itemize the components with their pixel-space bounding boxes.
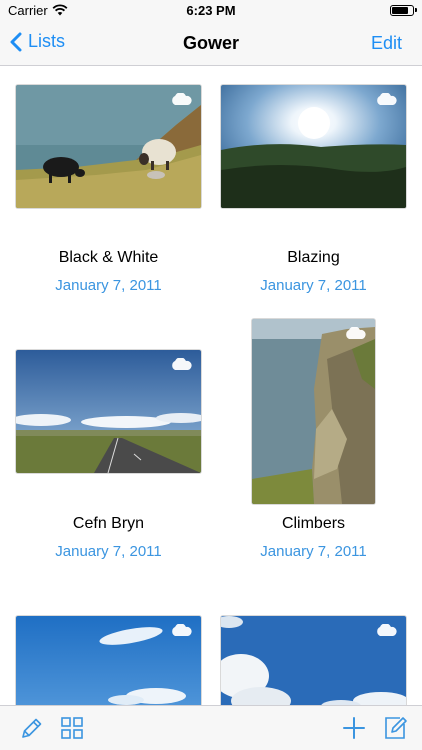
status-bar: Carrier 6:23 PM [0,0,422,22]
photo-thumbnail[interactable] [221,616,406,705]
photo-thumbnail[interactable] [252,319,375,504]
plus-icon[interactable] [340,714,368,742]
battery-icon [390,5,417,16]
item-title: Cefn Bryn [72,515,145,532]
photo-grid: Black & White January 7, 2011 Blazing Ja… [0,67,422,705]
pencil-icon[interactable] [18,714,46,742]
edit-button[interactable]: Edit [371,33,402,54]
clock: 6:23 PM [186,3,236,18]
item-title: Black & White [58,249,159,266]
photo-thumbnail[interactable] [221,85,406,208]
cloud-icon [377,93,397,105]
navigation-bar: Lists Gower Edit [0,22,422,66]
page-title: Gower [182,33,239,53]
cloud-icon [377,624,397,636]
cloud-icon [172,358,192,370]
compose-icon[interactable] [380,714,408,742]
item-title: Climbers [281,515,346,532]
item-date: January 7, 2011 [55,277,162,294]
grid-icon[interactable] [58,714,86,742]
item-date: January 7, 2011 [260,277,367,294]
item-date: January 7, 2011 [55,543,162,560]
photo-thumbnail[interactable] [16,85,201,208]
cloud-icon [172,624,192,636]
item-title: Blazing [287,249,340,266]
item-date: January 7, 2011 [260,543,367,560]
cliff-photo [252,319,375,504]
photo-thumbnail[interactable] [16,350,201,473]
cloud-icon [172,93,192,105]
photo-thumbnail[interactable] [16,616,201,705]
cloud-icon [346,327,366,339]
bottom-toolbar [0,705,422,750]
